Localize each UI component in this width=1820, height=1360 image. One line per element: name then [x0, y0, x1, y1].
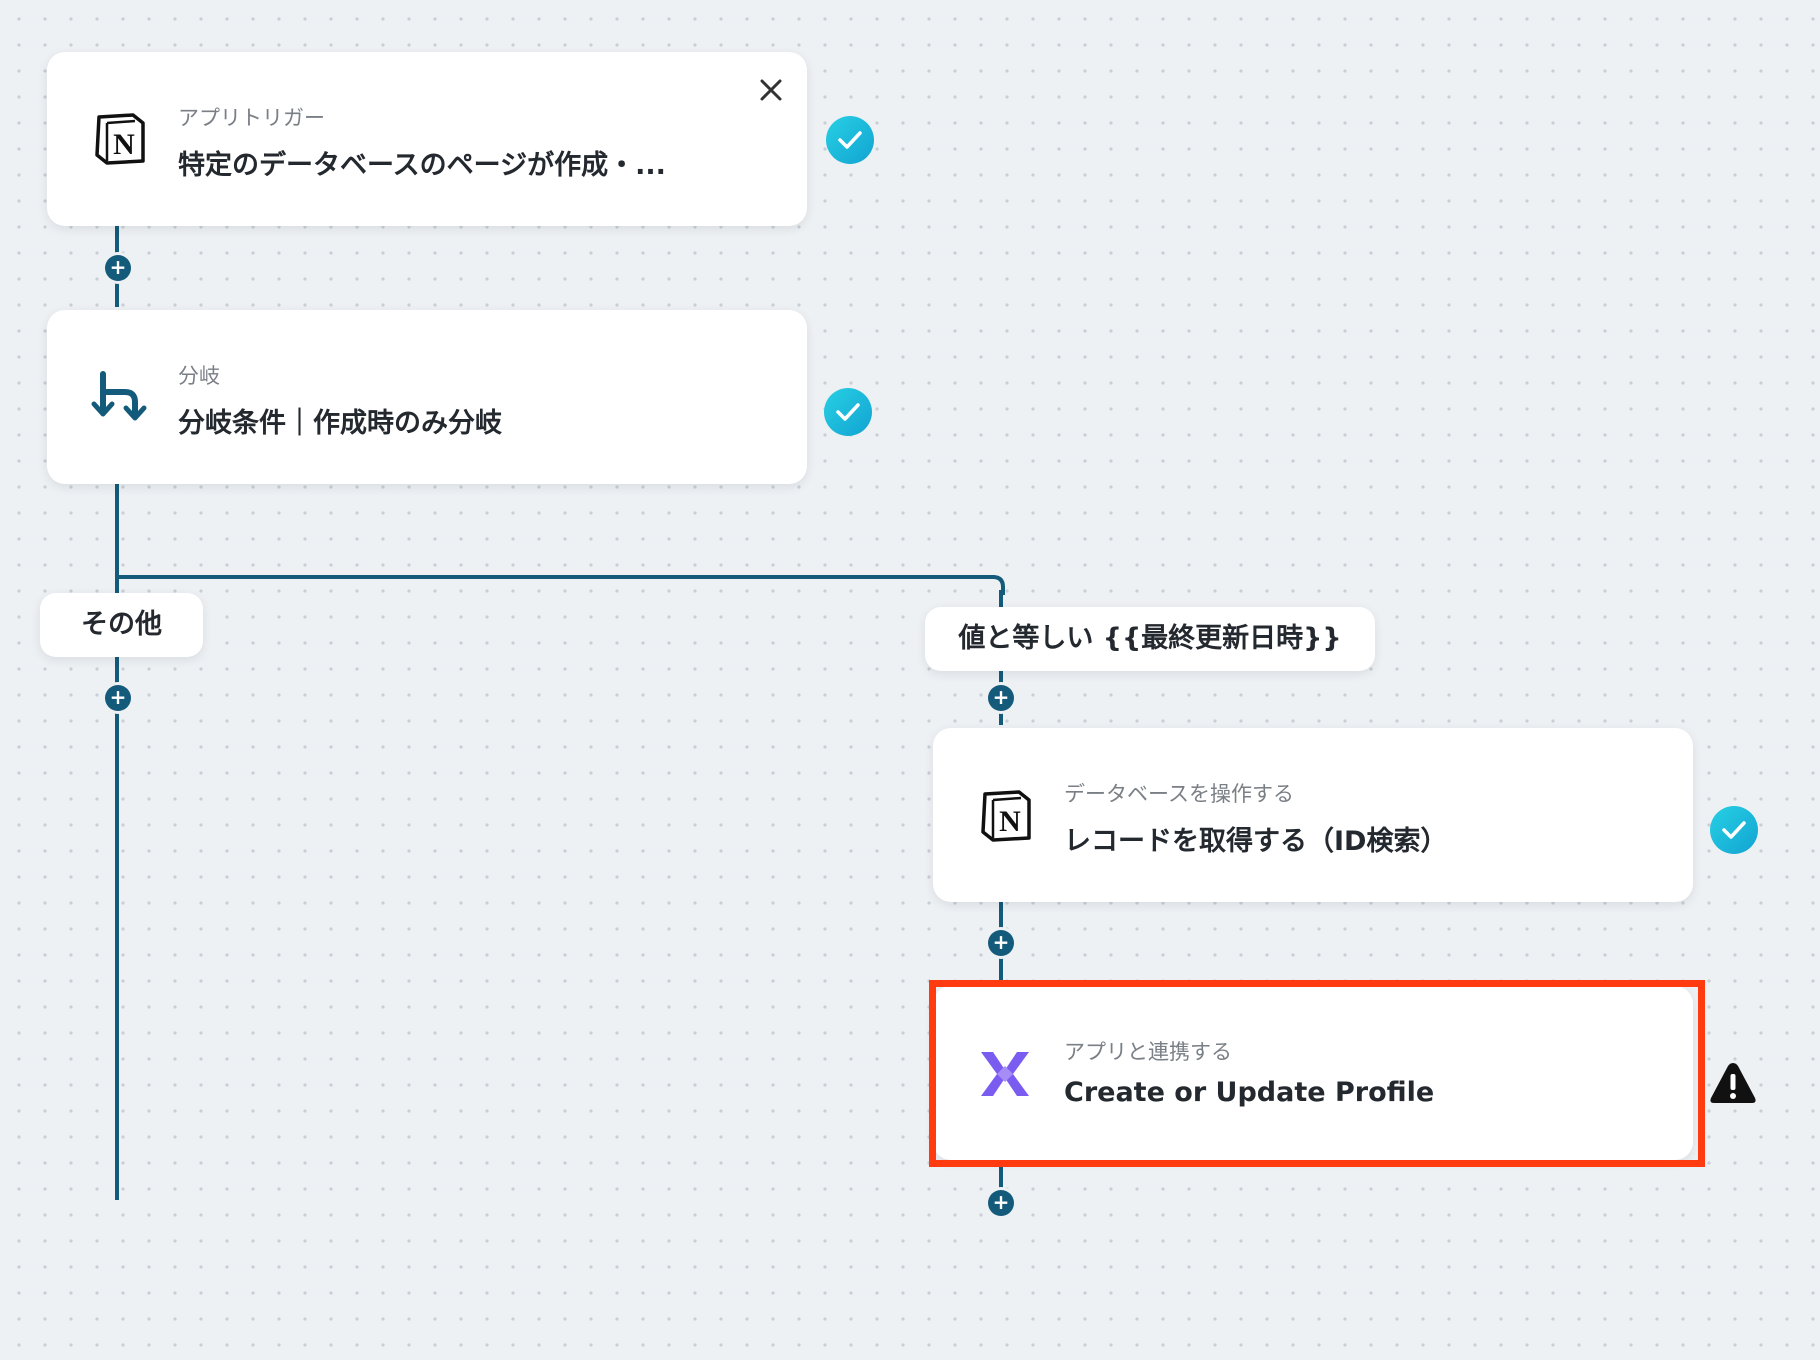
step-category: データベースを操作する	[1064, 782, 1294, 806]
notion-icon: N	[981, 790, 1031, 842]
trigger-step-card[interactable]: N アプリトリガー 特定のデータベースのページが作成・...	[47, 52, 807, 226]
check-icon	[824, 388, 872, 436]
notion-db-step-card[interactable]: N データベースを操作する レコードを取得する（ID検索）	[933, 728, 1693, 902]
add-step-button[interactable]: +	[988, 685, 1014, 711]
step-title: レコードを取得する（ID検索）	[1064, 826, 1448, 857]
check-icon	[1710, 806, 1758, 854]
check-icon	[826, 116, 874, 164]
connector-line	[115, 482, 119, 1200]
notion-icon: N	[95, 113, 145, 165]
svg-text:N: N	[999, 805, 1021, 838]
step-title: 特定のデータベースのページが作成・...	[178, 150, 666, 181]
connector-line	[115, 575, 995, 579]
step-title: 分岐条件｜作成時のみ分岐	[178, 408, 502, 439]
add-step-button[interactable]: +	[988, 930, 1014, 956]
add-step-button[interactable]: +	[105, 685, 131, 711]
highlight-box	[929, 980, 1705, 1167]
step-category: 分岐	[178, 364, 220, 388]
branch-label-other[interactable]: その他	[40, 593, 203, 657]
close-icon[interactable]	[753, 72, 789, 108]
svg-text:N: N	[113, 128, 135, 161]
add-step-button[interactable]: +	[988, 1190, 1014, 1216]
branch-label-equals[interactable]: 値と等しい {{最終更新日時}}	[925, 607, 1375, 671]
branch-step-card[interactable]: 分岐 分岐条件｜作成時のみ分岐	[47, 310, 807, 484]
add-step-button[interactable]: +	[105, 255, 131, 281]
warning-icon	[1710, 1063, 1756, 1103]
step-category: アプリトリガー	[178, 106, 325, 130]
branch-icon	[91, 371, 147, 421]
